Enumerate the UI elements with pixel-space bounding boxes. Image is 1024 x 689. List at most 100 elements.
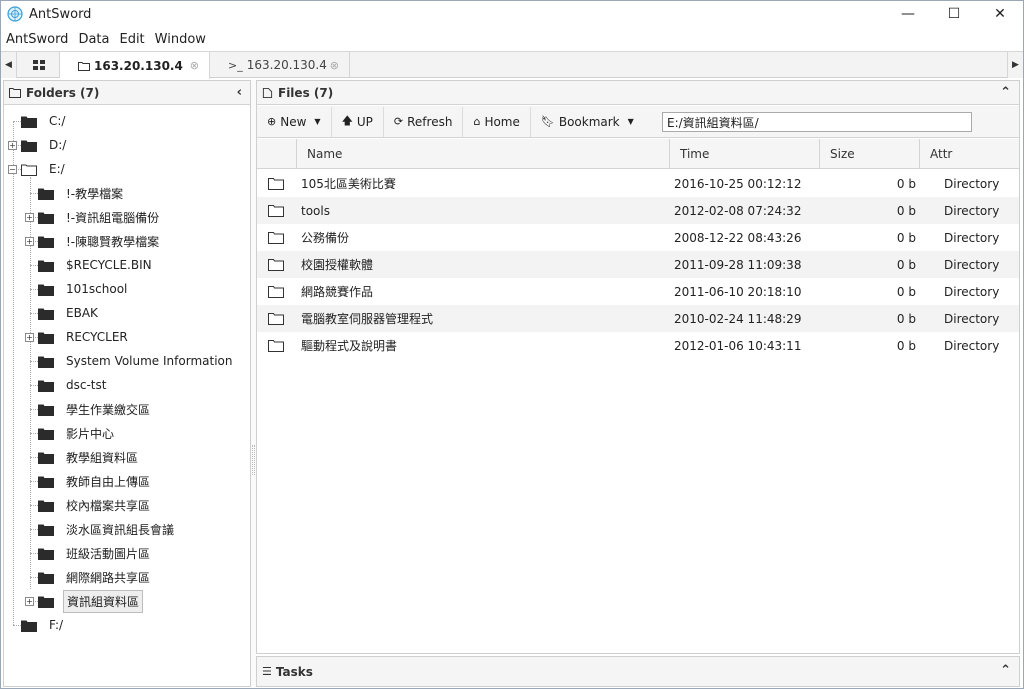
folder-tree-item[interactable]: 班級活動圖片區 — [38, 541, 153, 565]
column-header-name[interactable]: Name — [297, 139, 670, 169]
tree-expander-button[interactable]: − — [8, 157, 17, 181]
folder-tree-item[interactable]: dsc-tst — [38, 373, 109, 397]
folder-tree-item[interactable]: 校內檔案共享區 — [38, 493, 153, 517]
close-tab-icon[interactable]: ⊗ — [330, 59, 339, 72]
folder-icon — [38, 356, 54, 368]
file-row[interactable]: 校園授權軟體 2011-09-28 11:09:38 0 b Directory — [257, 251, 1019, 278]
tasks-panel[interactable]: ☰ Tasks ⌃ — [256, 656, 1020, 687]
column-header-attr[interactable]: Attr — [920, 139, 1019, 169]
tree-guide-line — [30, 505, 38, 506]
file-row[interactable]: 網路競賽作品 2011-06-10 20:18:10 0 b Directory — [257, 278, 1019, 305]
tree-expander-button[interactable]: + — [25, 325, 34, 349]
menu-data[interactable]: Data — [73, 32, 114, 47]
folder-tree-item[interactable]: C:/ — [21, 109, 68, 133]
up-button[interactable]: 🡅 UP — [332, 106, 384, 137]
file-row[interactable]: 105北區美術比賽 2016-10-25 00:12:12 0 b Directory — [257, 170, 1019, 197]
folder-tree-item[interactable]: F:/ — [21, 613, 66, 637]
collapse-left-icon[interactable]: ‹ — [237, 85, 242, 100]
terminal-icon: >_ — [228, 58, 243, 72]
folder-icon — [38, 212, 54, 224]
close-button[interactable]: ✕ — [977, 1, 1023, 27]
folder-tree-item[interactable]: RECYCLER — [38, 325, 131, 349]
column-header-size[interactable]: Size — [820, 139, 920, 169]
tab-scroll-left-button[interactable]: ◀ — [1, 52, 17, 78]
path-input[interactable] — [662, 112, 972, 132]
folder-tree-item[interactable]: 教師自由上傳區 — [38, 469, 153, 493]
close-tab-icon[interactable]: ⊗ — [190, 59, 199, 72]
tree-guide-line — [13, 625, 21, 626]
file-size: 0 b — [896, 230, 916, 245]
maximize-button[interactable]: ☐ — [931, 1, 977, 27]
tab-terminal[interactable]: >_ 163.20.130.4 ⊗ — [210, 52, 350, 78]
file-attr: Directory — [944, 257, 1000, 272]
folder-tree-item[interactable]: !-資訊組電腦備份 — [38, 205, 162, 229]
bookmark-button[interactable]: 🔖︎ Bookmark ▼ — [531, 107, 644, 137]
menu-window[interactable]: Window — [150, 32, 211, 47]
folder-tree-item[interactable]: 影片中心 — [38, 421, 117, 445]
file-size: 0 b — [896, 338, 916, 353]
refresh-button[interactable]: ⟳ Refresh — [384, 106, 464, 137]
folder-icon — [38, 596, 54, 608]
tree-expander-button[interactable]: + — [8, 133, 17, 157]
folder-tree-item[interactable]: E:/ — [21, 157, 68, 181]
file-attr: Directory — [944, 284, 1000, 299]
folder-tree-item[interactable]: EBAK — [38, 301, 101, 325]
refresh-label: Refresh — [407, 114, 453, 129]
tree-guide-line — [30, 313, 38, 314]
folder-tree-item[interactable]: 學生作業繳交區 — [38, 397, 153, 421]
tree-expander-button[interactable]: + — [25, 229, 34, 253]
folder-icon — [38, 524, 54, 536]
folder-tree-item[interactable]: 淡水區資訊組長會議 — [38, 517, 177, 541]
folder-tree-item[interactable]: $RECYCLE.BIN — [38, 253, 155, 277]
file-row[interactable]: 驅動程式及說明書 2012-01-06 10:43:11 0 b Directory — [257, 332, 1019, 359]
column-header-time[interactable]: Time — [670, 139, 820, 169]
file-row[interactable]: tools 2012-02-08 07:24:32 0 b Directory — [257, 197, 1019, 224]
chevron-up-icon[interactable]: ⌃ — [1000, 663, 1011, 678]
folder-tree-label: 班級活動圖片區 — [66, 546, 151, 561]
folder-tree-item[interactable]: 網際網路共享區 — [38, 565, 153, 589]
folder-tree-label: !-陳聰賢教學檔案 — [66, 234, 160, 249]
folder-tree-item[interactable]: D:/ — [21, 133, 69, 157]
folder-tree-item[interactable]: !-教學檔案 — [38, 181, 126, 205]
folder-icon — [38, 548, 54, 560]
file-name: 電腦教室伺服器管理程式 — [301, 312, 434, 326]
folder-tree-item[interactable]: 教學組資料區 — [38, 445, 141, 469]
menu-antsword[interactable]: AntSword — [1, 32, 73, 47]
file-row[interactable]: 公務備份 2008-12-22 08:43:26 0 b Directory — [257, 224, 1019, 251]
file-attr: Directory — [944, 311, 1000, 326]
bookmark-icon: 🔖︎ — [540, 115, 555, 128]
folder-tree-item[interactable]: 101school — [38, 277, 130, 301]
tab-shell-list[interactable] — [18, 52, 60, 78]
tab-scroll-right-button[interactable]: ▶ — [1007, 52, 1023, 78]
file-size: 0 b — [896, 311, 916, 326]
new-button[interactable]: ⊕ New ▼ — [257, 106, 332, 137]
folder-tree-label: D:/ — [49, 138, 67, 152]
folder-tree-item[interactable]: !-陳聰賢教學檔案 — [38, 229, 162, 253]
file-name: 校園授權軟體 — [301, 258, 374, 272]
tree-expander-button[interactable]: + — [25, 589, 34, 613]
home-button[interactable]: ⌂ Home — [463, 106, 531, 137]
folder-tree-label: System Volume Information — [66, 354, 233, 368]
folders-panel-header: Folders (7) ‹ — [4, 81, 250, 105]
tree-expander-button[interactable]: + — [25, 205, 34, 229]
folder-icon — [38, 308, 54, 320]
file-row[interactable]: 電腦教室伺服器管理程式 2010-02-24 11:48:29 0 b Directo… — [257, 305, 1019, 332]
folder-icon — [38, 188, 54, 200]
folder-outline-icon — [9, 88, 21, 98]
new-label: New — [280, 114, 307, 129]
plus-circle-icon: ⊕ — [267, 115, 277, 128]
folder-outline-icon — [78, 61, 90, 71]
file-row-icon-cell — [268, 305, 292, 332]
menu-edit[interactable]: Edit — [114, 32, 149, 47]
folder-outline-icon — [268, 313, 284, 325]
tab-file-manager-label: 163.20.130.4 — [94, 58, 183, 73]
folder-tree-item[interactable]: System Volume Information — [38, 349, 235, 373]
minimize-button[interactable]: — — [885, 1, 931, 27]
folder-tree-label: dsc-tst — [66, 378, 107, 392]
tree-guide-line — [30, 529, 38, 530]
maximize-icon: ☐ — [947, 6, 961, 22]
tab-file-manager[interactable]: 163.20.130.4 ⊗ — [60, 52, 210, 79]
chevron-up-icon[interactable]: ⌃ — [1000, 85, 1011, 100]
folder-tree-item[interactable]: 資訊組資料區 — [38, 589, 144, 613]
file-row-icon-cell — [268, 224, 292, 251]
